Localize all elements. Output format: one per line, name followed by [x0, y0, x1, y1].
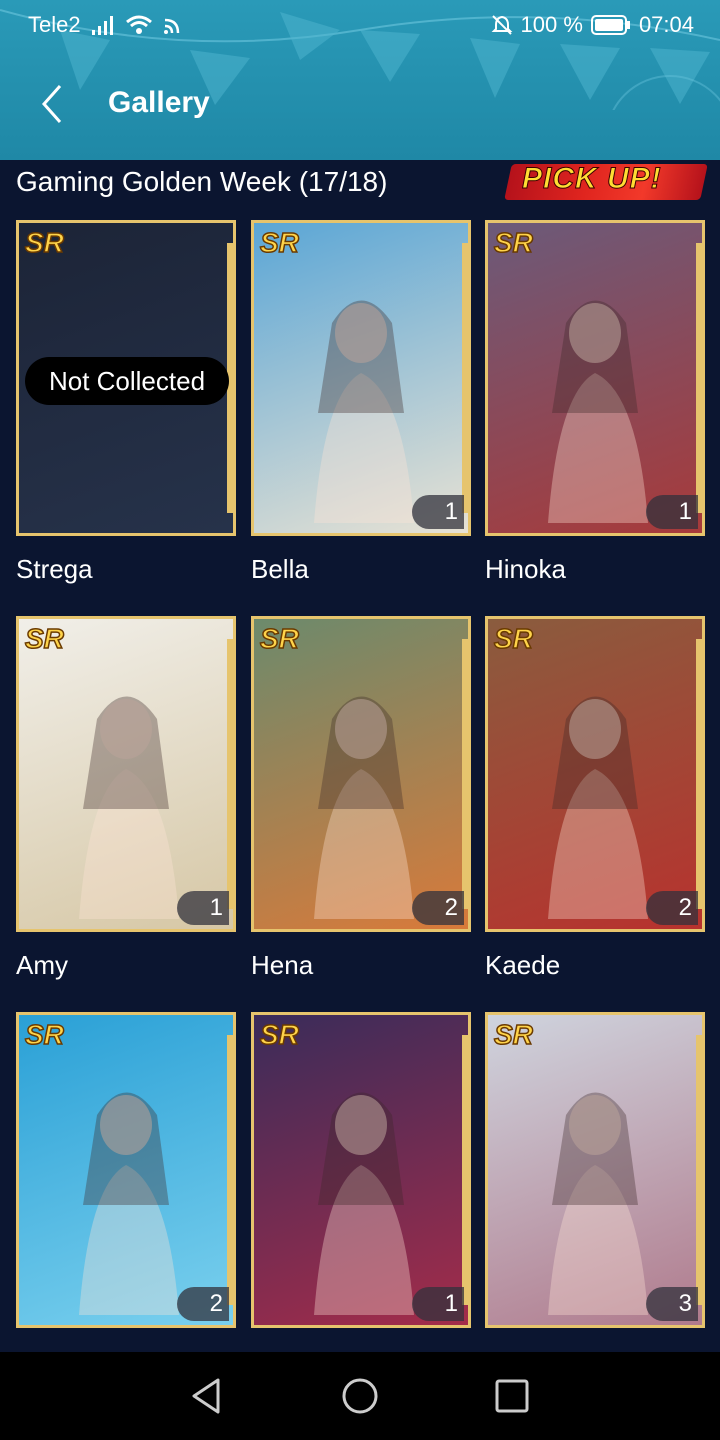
pickup-badge: PICK UP!: [504, 160, 708, 204]
card-name: Bella: [251, 554, 309, 584]
signal-icon: [91, 16, 113, 35]
chevron-left-icon: [41, 85, 62, 123]
gallery-card[interactable]: SR 2: [251, 616, 471, 932]
card-count-badge: 2: [646, 891, 698, 925]
system-home-button[interactable]: [340, 1376, 380, 1416]
back-button[interactable]: [34, 82, 74, 126]
battery-percent: 100 %: [520, 12, 583, 37]
rarity-badge: SR: [493, 622, 533, 655]
rarity-badge: SR: [493, 226, 533, 259]
mute-icon: [491, 15, 512, 35]
gallery-card[interactable]: SR 1: [251, 220, 471, 536]
page-title: Gallery: [108, 86, 210, 119]
card-frame-edge: [696, 639, 702, 909]
pickup-label: PICK UP!: [522, 162, 662, 196]
rarity-badge: SR: [259, 1018, 299, 1051]
status-bar: Tele2 100 % 07:04: [0, 0, 720, 52]
card-frame-edge: [462, 639, 468, 909]
card-figure-illustration: [79, 1092, 179, 1315]
card-figure-illustration: [548, 300, 648, 523]
card-frame-edge: [696, 243, 702, 513]
card-frame-edge: [227, 639, 233, 909]
card-name: Hinoka: [485, 554, 566, 584]
section-title: Gaming Golden Week (17/18): [16, 166, 388, 197]
not-collected-label: Not Collected: [25, 357, 229, 405]
card-count-badge: 2: [412, 891, 464, 925]
clock: 07:04: [638, 12, 694, 37]
card-figure-illustration: [79, 696, 179, 919]
card-name: Kaede: [485, 950, 561, 980]
rarity-badge: SR: [259, 226, 299, 259]
back-triangle-icon: [192, 1378, 220, 1414]
card-name: Hena: [251, 950, 314, 980]
rarity-badge: SR: [24, 226, 64, 259]
home-circle-icon: [342, 1378, 378, 1414]
rarity-badge: SR: [493, 1018, 533, 1051]
gallery-card[interactable]: SR 1: [485, 220, 705, 536]
gallery-card[interactable]: SR Not Collected: [16, 220, 236, 536]
card-figure-illustration: [548, 696, 648, 919]
battery-icon: [590, 15, 630, 35]
gallery-card[interactable]: SR 1: [251, 1012, 471, 1328]
wifi-icon: [125, 15, 152, 34]
card-frame-edge: [227, 1035, 233, 1305]
card-figure-illustration: [314, 300, 414, 523]
system-back-button[interactable]: [186, 1376, 226, 1416]
system-recents-button[interactable]: [492, 1376, 532, 1416]
card-count-badge: 3: [646, 1287, 698, 1321]
card-frame-edge: [462, 1035, 468, 1305]
rarity-badge: SR: [24, 1018, 64, 1051]
recents-square-icon: [495, 1379, 529, 1413]
rarity-badge: SR: [24, 622, 64, 655]
gallery-card[interactable]: SR 2: [485, 616, 705, 932]
card-frame-edge: [696, 1035, 702, 1305]
card-count-badge: 2: [177, 1287, 229, 1321]
nav-bar: Gallery: [0, 70, 720, 140]
gallery-card[interactable]: SR 1: [16, 616, 236, 932]
gallery-content[interactable]: Gaming Golden Week (17/18) PICK UP! SR No…: [0, 160, 720, 1352]
gallery-card[interactable]: SR 2: [16, 1012, 236, 1328]
carrier-label: Tele2: [28, 12, 81, 37]
card-count-badge: 1: [412, 1287, 464, 1321]
card-name: Amy: [16, 950, 68, 980]
rarity-badge: SR: [259, 622, 299, 655]
system-nav-bar: [0, 1352, 720, 1440]
gallery-card[interactable]: SR 3: [485, 1012, 705, 1328]
card-figure-illustration: [314, 1092, 414, 1315]
card-name: Strega: [16, 554, 93, 584]
card-count-badge: 1: [412, 495, 464, 529]
app-header: Tele2 100 % 07:04 Gallery: [0, 0, 720, 160]
card-count-badge: 1: [177, 891, 229, 925]
card-frame-edge: [462, 243, 468, 513]
card-figure-illustration: [548, 1092, 648, 1315]
cast-icon: [163, 18, 179, 34]
card-figure-illustration: [314, 696, 414, 919]
card-count-badge: 1: [646, 495, 698, 529]
